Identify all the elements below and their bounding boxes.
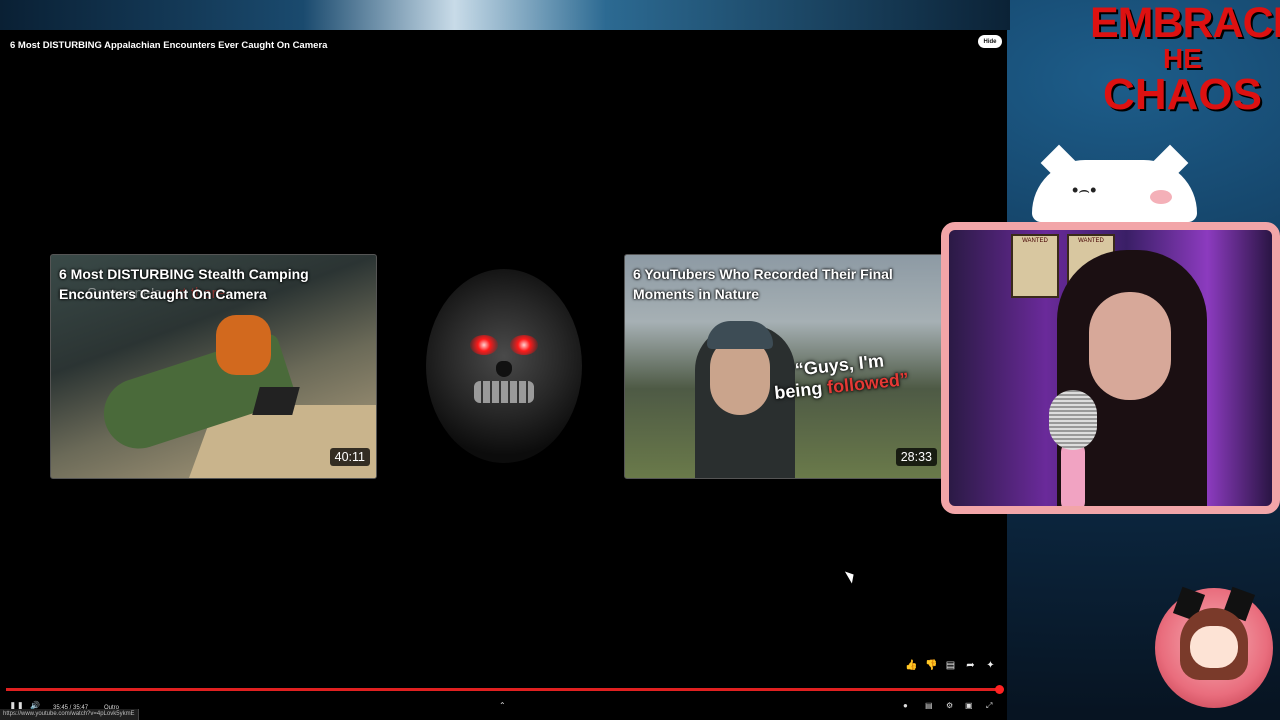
person-torso	[216, 315, 271, 375]
webcam-frame: WANTED WANTED	[941, 222, 1280, 514]
cat-face: •⌢•	[1072, 180, 1097, 200]
skull-nose	[496, 361, 512, 377]
share-icon[interactable]: ➦	[965, 660, 976, 671]
end-card-title: 6 YouTubers Who Recorded Their Final Mom…	[633, 266, 893, 302]
miniplayer-icon[interactable]: ▣	[965, 700, 973, 712]
cat-mascot: •⌢•	[1032, 144, 1197, 222]
microphone-stand	[1061, 442, 1085, 506]
left-eye-icon	[470, 335, 498, 355]
wanted-poster: WANTED	[1011, 234, 1059, 298]
end-card-title: 6 Most DISTURBING Stealth Camping Encoun…	[59, 266, 309, 302]
cat-paw	[1150, 190, 1172, 204]
quote-being: being	[773, 377, 829, 403]
logo-line-1: EMBRACE	[1090, 0, 1280, 47]
duration-badge: 40:11	[329, 448, 370, 466]
player-controls: ❚❚ 🔊 35:45 / 35:47 Outro ⌃ ● ▤ ⚙ ▣ ⤢	[0, 697, 1007, 720]
channel-logo: EMBRACE HE CHAOS	[1090, 0, 1280, 157]
progress-bar[interactable]	[6, 688, 999, 691]
chibi-avatar	[1155, 586, 1273, 708]
settings-icon[interactable]: ⚙	[946, 700, 953, 712]
status-url: https://www.youtube.com/watch?v=4pLovk5y…	[0, 709, 139, 720]
hide-button[interactable]: Hide	[978, 35, 1002, 48]
streamer-face	[1089, 292, 1171, 400]
avatar-face	[1190, 626, 1238, 668]
fullscreen-exit-icon[interactable]: ⤢	[986, 700, 992, 712]
video-title[interactable]: 6 Most DISTURBING Appalachian Encounters…	[10, 40, 327, 51]
progress-scrubber[interactable]	[995, 685, 1004, 694]
logo-line-2: HE	[1163, 43, 1202, 74]
video-player[interactable]: 6 Most DISTURBING Appalachian Encounters…	[0, 30, 1007, 720]
end-card-youtubers[interactable]: “Guys, I'm being followed” 6 YouTubers W…	[624, 254, 944, 479]
skull-teeth	[474, 381, 534, 403]
end-card-stealth-camping[interactable]: Someone's out there... 6 Most DISTURBING…	[50, 254, 377, 479]
channel-avatar-skull[interactable]	[426, 269, 582, 463]
top-artwork-strip	[0, 0, 1010, 30]
microphone-icon	[1049, 390, 1097, 450]
like-icon[interactable]: 👍	[905, 660, 917, 671]
logo-line-3: CHAOS	[1103, 70, 1262, 119]
stream-layout: 6 Most DISTURBING Appalachian Encounters…	[0, 0, 1280, 720]
action-bar: 👍 👎 ▤ ➦ ✦	[905, 660, 996, 671]
mouse-cursor-icon	[844, 568, 858, 584]
subtitles-icon[interactable]: ▤	[925, 700, 933, 712]
autoplay-icon[interactable]: ●	[903, 700, 908, 712]
comment-icon[interactable]: ▤	[945, 660, 956, 671]
right-eye-icon	[510, 335, 538, 355]
dislike-icon[interactable]: 👎	[925, 660, 937, 671]
laptop-shape	[252, 387, 300, 415]
sparkle-icon[interactable]: ✦	[985, 660, 996, 671]
man-cap	[707, 321, 773, 349]
cat-ear-left	[1040, 144, 1078, 182]
duration-badge: 28:33	[895, 448, 937, 466]
chevron-up-icon[interactable]: ⌃	[499, 700, 506, 712]
